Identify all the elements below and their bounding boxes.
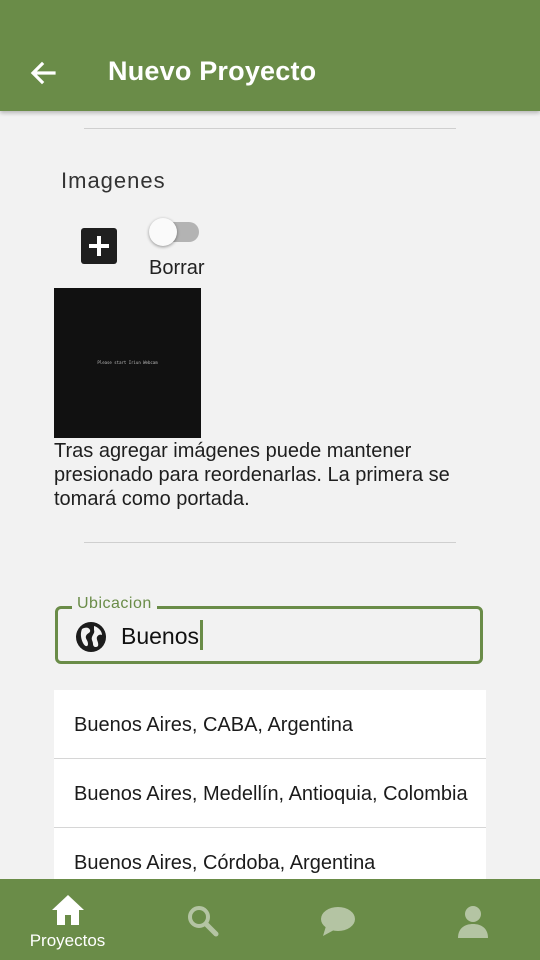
location-suggestions: Buenos Aires, CABA, Argentina Buenos Air… <box>54 690 486 897</box>
text-caret <box>200 620 204 650</box>
home-icon <box>51 895 84 925</box>
delete-toggle[interactable] <box>149 218 201 247</box>
globe-icon <box>76 622 106 652</box>
divider <box>84 542 456 543</box>
app-bar: Nuevo Proyecto <box>0 0 540 111</box>
bottom-navigation: Proyectos <box>0 879 540 960</box>
delete-toggle-label: Borrar <box>149 257 205 279</box>
images-section-title: Imagenes <box>61 168 166 193</box>
back-button[interactable] <box>22 54 62 94</box>
image-thumbnail[interactable]: Please start Iriun Webcam <box>54 288 201 438</box>
suggestion-item[interactable]: Buenos Aires, CABA, Argentina <box>54 690 486 759</box>
suggestion-item[interactable]: Buenos Aires, Medellín, Antioquia, Colom… <box>54 759 486 828</box>
location-input-text: Buenos <box>121 623 200 649</box>
location-field-label: Ubicacion <box>72 595 157 613</box>
page-title: Nuevo Proyecto <box>108 56 317 86</box>
add-image-button[interactable] <box>81 228 117 264</box>
person-icon <box>457 906 488 938</box>
thumbnail-caption: Please start Iriun Webcam <box>97 360 158 365</box>
arrow-back-icon <box>30 61 56 85</box>
images-help-text: Tras agregar imágenes puede mantener pre… <box>54 440 450 510</box>
nav-item-label: Proyectos <box>29 931 106 950</box>
location-input[interactable]: Buenos <box>121 620 204 650</box>
nav-item-messages[interactable] <box>270 879 405 960</box>
divider <box>84 128 456 129</box>
toggle-thumb <box>149 218 177 246</box>
chat-icon <box>320 907 355 936</box>
nav-item-proyectos[interactable]: Proyectos <box>0 879 135 960</box>
search-icon <box>187 906 218 937</box>
location-field[interactable]: Ubicacion Buenos <box>55 595 483 664</box>
nav-item-search[interactable] <box>135 879 270 960</box>
nav-item-profile[interactable] <box>405 879 540 960</box>
